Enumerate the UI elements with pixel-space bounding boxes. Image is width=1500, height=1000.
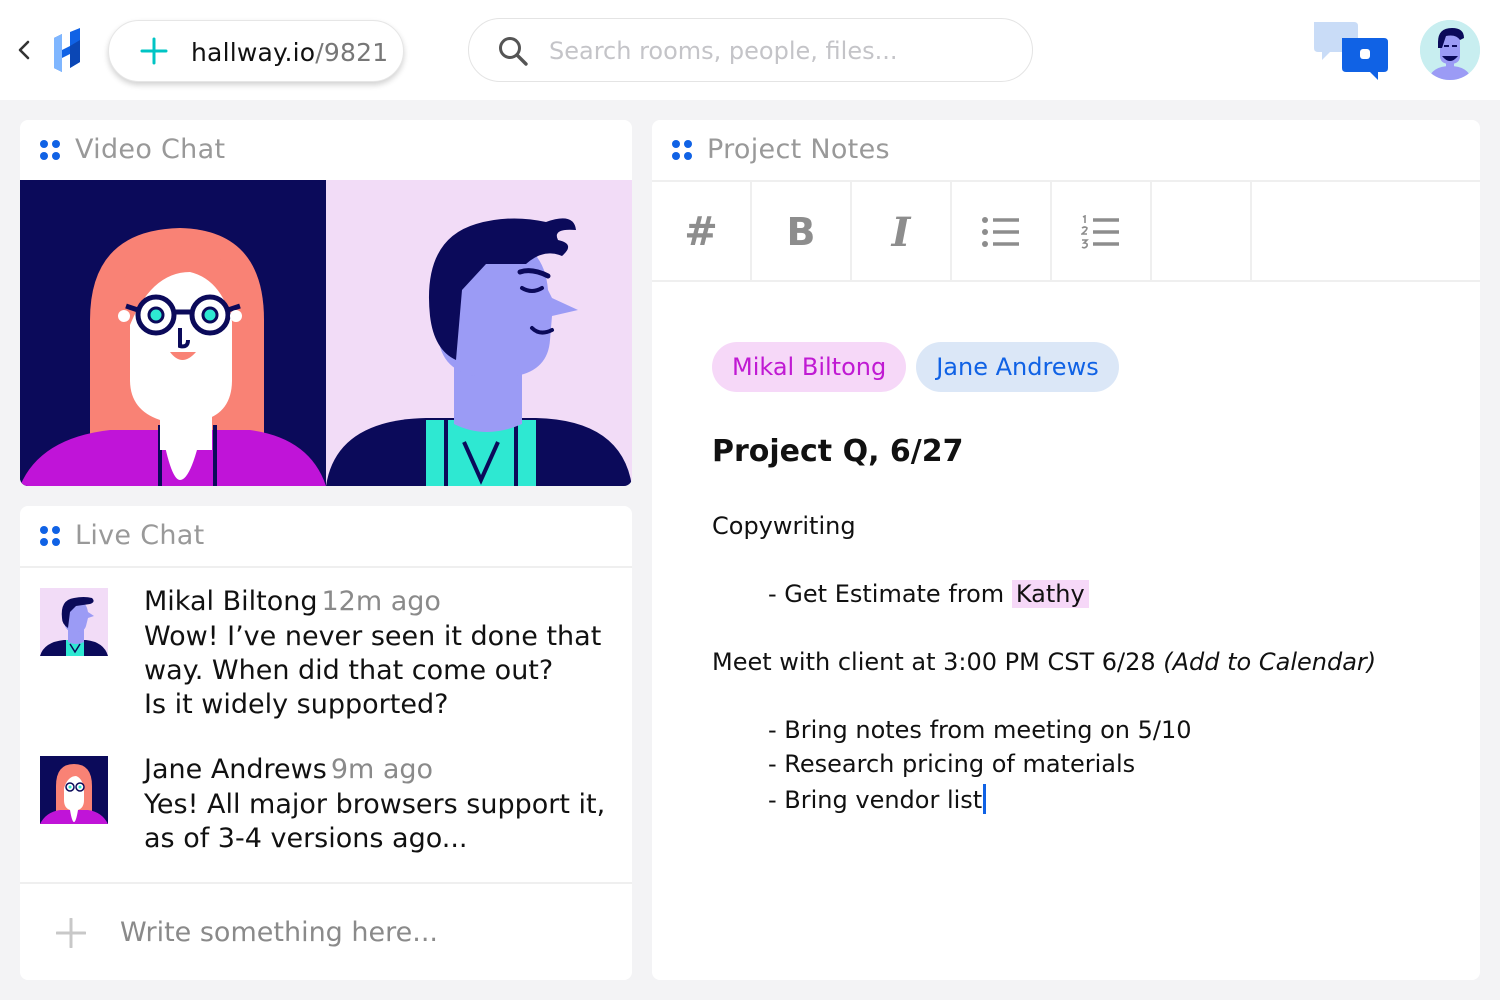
add-to-calendar-link[interactable]: (Add to Calendar) <box>1163 648 1376 676</box>
search-bar[interactable] <box>468 18 1033 82</box>
video-chat-header: Video Chat <box>20 120 632 180</box>
divider <box>20 566 632 568</box>
video-tile-man[interactable] <box>326 180 632 486</box>
note-list-item: - Research pricing of materials <box>768 750 1136 778</box>
note-title: Project Q, 6/27 <box>712 434 964 469</box>
message-time: 12m ago <box>321 586 441 617</box>
avatar-jane <box>40 756 108 824</box>
participant-woman-illustration <box>20 180 326 486</box>
note-list-item: - Bring notes from meeting on 5/10 <box>768 716 1192 744</box>
note-list-item-text: - Bring vendor list <box>768 786 983 814</box>
mention-kathy[interactable]: Kathy <box>1011 580 1089 608</box>
note-section: Meet with client at 3:00 PM CST 6/28 (Ad… <box>712 648 1376 676</box>
message-compose-input[interactable] <box>120 910 600 954</box>
italic-label: I <box>891 208 911 256</box>
live-chat-panel: Live Chat Mikal Biltong 12m ago Wow! I’ve… <box>20 506 632 980</box>
bullet-list-button[interactable] <box>952 182 1052 282</box>
add-attachment-plus-icon[interactable] <box>56 918 86 948</box>
drag-handle-icon[interactable] <box>40 140 60 160</box>
formatting-toolbar: # B I <box>652 180 1480 282</box>
collaborator-tag-mikal[interactable]: Mikal Biltong <box>712 342 907 392</box>
message-meta: Mikal Biltong 12m ago <box>144 586 441 617</box>
message-meta: Jane Andrews 9m ago <box>144 754 433 785</box>
video-stage <box>20 180 632 486</box>
back-chevron-icon[interactable] <box>12 38 36 62</box>
sender-name: Jane Andrews <box>144 754 327 785</box>
room-url-button[interactable]: hallway.io/9821 <box>108 20 404 82</box>
url-path: /9821 <box>315 38 389 67</box>
numbered-list-button[interactable] <box>1052 182 1152 282</box>
italic-button[interactable]: I <box>852 182 952 282</box>
plus-icon <box>140 37 168 65</box>
drag-handle-icon[interactable] <box>40 526 60 546</box>
note-section: Copywriting <box>712 512 856 540</box>
chat-message: Jane Andrews 9m ago Yes! All major browse… <box>40 754 620 864</box>
chat-bubbles-icon[interactable] <box>1310 18 1390 82</box>
bold-label: B <box>786 210 816 254</box>
search-input[interactable] <box>549 33 1009 69</box>
toolbar-empty-slot <box>1152 182 1252 282</box>
panel-title: Project Notes <box>707 134 890 165</box>
bold-button[interactable]: B <box>752 182 852 282</box>
text-caret <box>983 784 987 814</box>
message-text: Wow! I’ve never seen it done that way. W… <box>144 621 602 720</box>
collaborator-tags: Mikal Biltong Jane Andrews <box>712 342 1119 392</box>
participant-man-illustration <box>326 180 632 486</box>
heading-button[interactable]: # <box>652 182 752 282</box>
note-section-text: Meet with client at 3:00 PM CST 6/28 <box>712 648 1164 676</box>
live-chat-header: Live Chat <box>20 506 632 566</box>
avatar-mikal <box>40 588 108 656</box>
heading-label: # <box>684 209 718 255</box>
sender-name: Mikal Biltong <box>144 586 318 617</box>
panel-title: Video Chat <box>75 134 226 165</box>
search-icon <box>499 37 528 66</box>
project-notes-panel: Project Notes # B I Mikal Biltong Jane A… <box>652 120 1480 980</box>
user-avatar[interactable] <box>1420 20 1480 80</box>
note-list-item-text: - Get Estimate from <box>768 580 1012 608</box>
drag-handle-icon[interactable] <box>672 140 692 160</box>
collaborator-tag-jane[interactable]: Jane Andrews <box>916 342 1119 392</box>
numbered-list-icon <box>1081 215 1119 249</box>
panel-title: Live Chat <box>75 520 205 551</box>
bullet-list-icon <box>982 217 1019 247</box>
chat-message: Mikal Biltong 12m ago Wow! I’ve never see… <box>40 586 620 726</box>
divider <box>20 882 632 884</box>
project-notes-header: Project Notes <box>652 120 1480 180</box>
note-list-item: - Bring vendor list <box>768 784 987 814</box>
message-time: 9m ago <box>330 754 434 785</box>
room-url: hallway.io/9821 <box>191 38 388 67</box>
video-chat-panel: Video Chat <box>20 120 632 486</box>
message-text: Yes! All major browsers support it, as o… <box>144 789 606 854</box>
url-host: hallway.io <box>191 38 316 67</box>
note-list-item: - Get Estimate from Kathy <box>768 580 1089 608</box>
hallway-logo[interactable] <box>50 28 86 72</box>
video-tile-woman[interactable] <box>20 180 326 486</box>
top-bar: hallway.io/9821 <box>0 0 1500 100</box>
